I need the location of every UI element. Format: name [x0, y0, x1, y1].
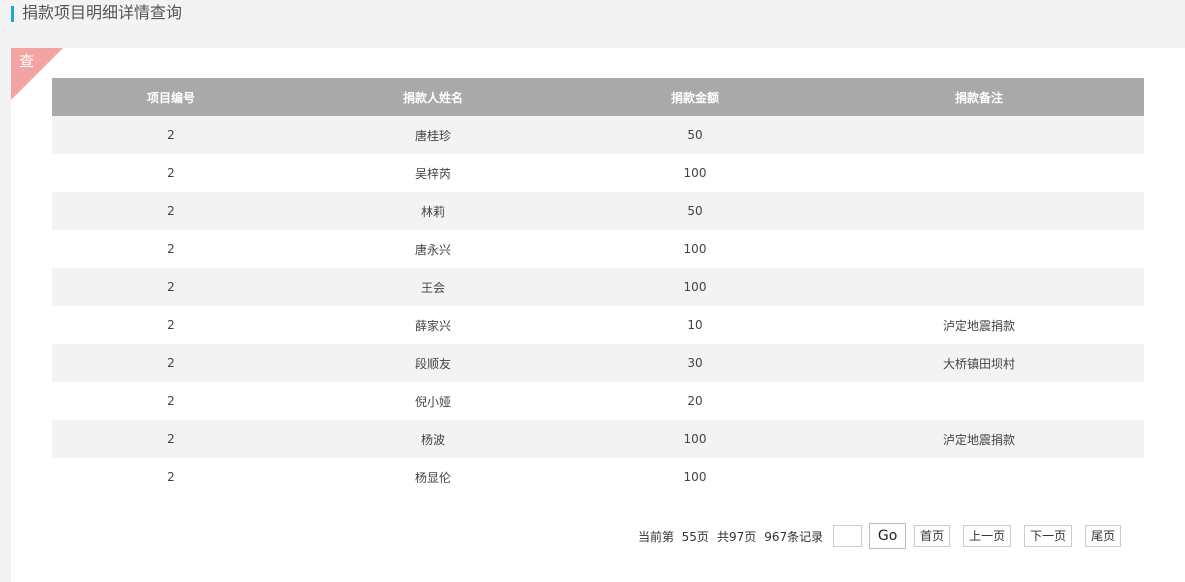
title-accent-bar: [11, 6, 14, 22]
cell-donor-name: 段顺友: [290, 344, 576, 382]
cell-note: 泸定地震捐款: [814, 420, 1144, 458]
cell-note: 大桥镇田坝村: [814, 344, 1144, 382]
table-row: 2 段顺友 30 大桥镇田坝村: [52, 344, 1144, 382]
cell-donor-name: 倪小娅: [290, 382, 576, 420]
page: 捐款项目明细详情查询 查 项目编号 捐款人姓名 捐款金额 捐款备注 2 唐桂珍: [0, 0, 1185, 582]
cell-project-id: 2: [52, 116, 290, 154]
cell-note: 泸定地震捐款: [814, 306, 1144, 344]
pagination: 当前第 55页 共97页 967条记录 Go 首页 上一页 下一页 尾页: [638, 523, 1122, 549]
cell-donor-name: 唐桂珍: [290, 116, 576, 154]
cell-note: [814, 192, 1144, 230]
page-title: 捐款项目明细详情查询: [22, 3, 183, 22]
column-header-amount: 捐款金额: [576, 78, 814, 116]
cell-note: [814, 382, 1144, 420]
pager-total-records: 967条记录: [764, 529, 824, 544]
column-header-note: 捐款备注: [814, 78, 1144, 116]
cell-project-id: 2: [52, 306, 290, 344]
cell-project-id: 2: [52, 382, 290, 420]
cell-amount: 100: [576, 458, 814, 496]
content-panel: 查 项目编号 捐款人姓名 捐款金额 捐款备注 2 唐桂珍 50 2 吴梓芮 10…: [11, 48, 1185, 582]
cell-amount: 20: [576, 382, 814, 420]
prev-page-button[interactable]: 上一页: [963, 525, 1012, 547]
cell-donor-name: 杨波: [290, 420, 576, 458]
table-row: 2 杨波 100 泸定地震捐款: [52, 420, 1144, 458]
cell-amount: 50: [576, 192, 814, 230]
cell-project-id: 2: [52, 230, 290, 268]
cell-amount: 100: [576, 268, 814, 306]
cell-amount: 10: [576, 306, 814, 344]
table-row: 2 唐永兴 100: [52, 230, 1144, 268]
column-header-project-id: 项目编号: [52, 78, 290, 116]
cell-amount: 100: [576, 230, 814, 268]
cell-amount: 50: [576, 116, 814, 154]
table-header-row: 项目编号 捐款人姓名 捐款金额 捐款备注: [52, 78, 1144, 116]
cell-project-id: 2: [52, 268, 290, 306]
cell-note: [814, 230, 1144, 268]
corner-tag-label: 查: [19, 52, 35, 70]
cell-note: [814, 154, 1144, 192]
cell-donor-name: 薛家兴: [290, 306, 576, 344]
cell-note: [814, 116, 1144, 154]
table-row: 2 倪小娅 20: [52, 382, 1144, 420]
cell-donor-name: 林莉: [290, 192, 576, 230]
table-row: 2 林莉 50: [52, 192, 1144, 230]
table-row: 2 杨显伦 100: [52, 458, 1144, 496]
cell-donor-name: 唐永兴: [290, 230, 576, 268]
column-header-donor-name: 捐款人姓名: [290, 78, 576, 116]
last-page-button[interactable]: 尾页: [1085, 525, 1122, 547]
cell-donor-name: 杨显伦: [290, 458, 576, 496]
cell-donor-name: 王会: [290, 268, 576, 306]
cell-donor-name: 吴梓芮: [290, 154, 576, 192]
donation-table: 项目编号 捐款人姓名 捐款金额 捐款备注 2 唐桂珍 50 2 吴梓芮 100: [52, 78, 1144, 496]
table-row: 2 吴梓芮 100: [52, 154, 1144, 192]
table-row: 2 薛家兴 10 泸定地震捐款: [52, 306, 1144, 344]
pager-total-pages: 共97页: [716, 529, 757, 544]
cell-project-id: 2: [52, 344, 290, 382]
cell-project-id: 2: [52, 420, 290, 458]
next-page-button[interactable]: 下一页: [1024, 525, 1073, 547]
page-number-input[interactable]: [833, 525, 863, 547]
cell-amount: 100: [576, 154, 814, 192]
pager-current-label: 当前第 55页: [638, 529, 709, 544]
title-bar: 捐款项目明细详情查询: [0, 0, 1185, 48]
cell-amount: 30: [576, 344, 814, 382]
first-page-button[interactable]: 首页: [914, 525, 951, 547]
cell-project-id: 2: [52, 154, 290, 192]
table-row: 2 唐桂珍 50: [52, 116, 1144, 154]
cell-project-id: 2: [52, 458, 290, 496]
cell-note: [814, 268, 1144, 306]
cell-project-id: 2: [52, 192, 290, 230]
go-button[interactable]: Go: [869, 523, 907, 549]
table-row: 2 王会 100: [52, 268, 1144, 306]
cell-amount: 100: [576, 420, 814, 458]
cell-note: [814, 458, 1144, 496]
